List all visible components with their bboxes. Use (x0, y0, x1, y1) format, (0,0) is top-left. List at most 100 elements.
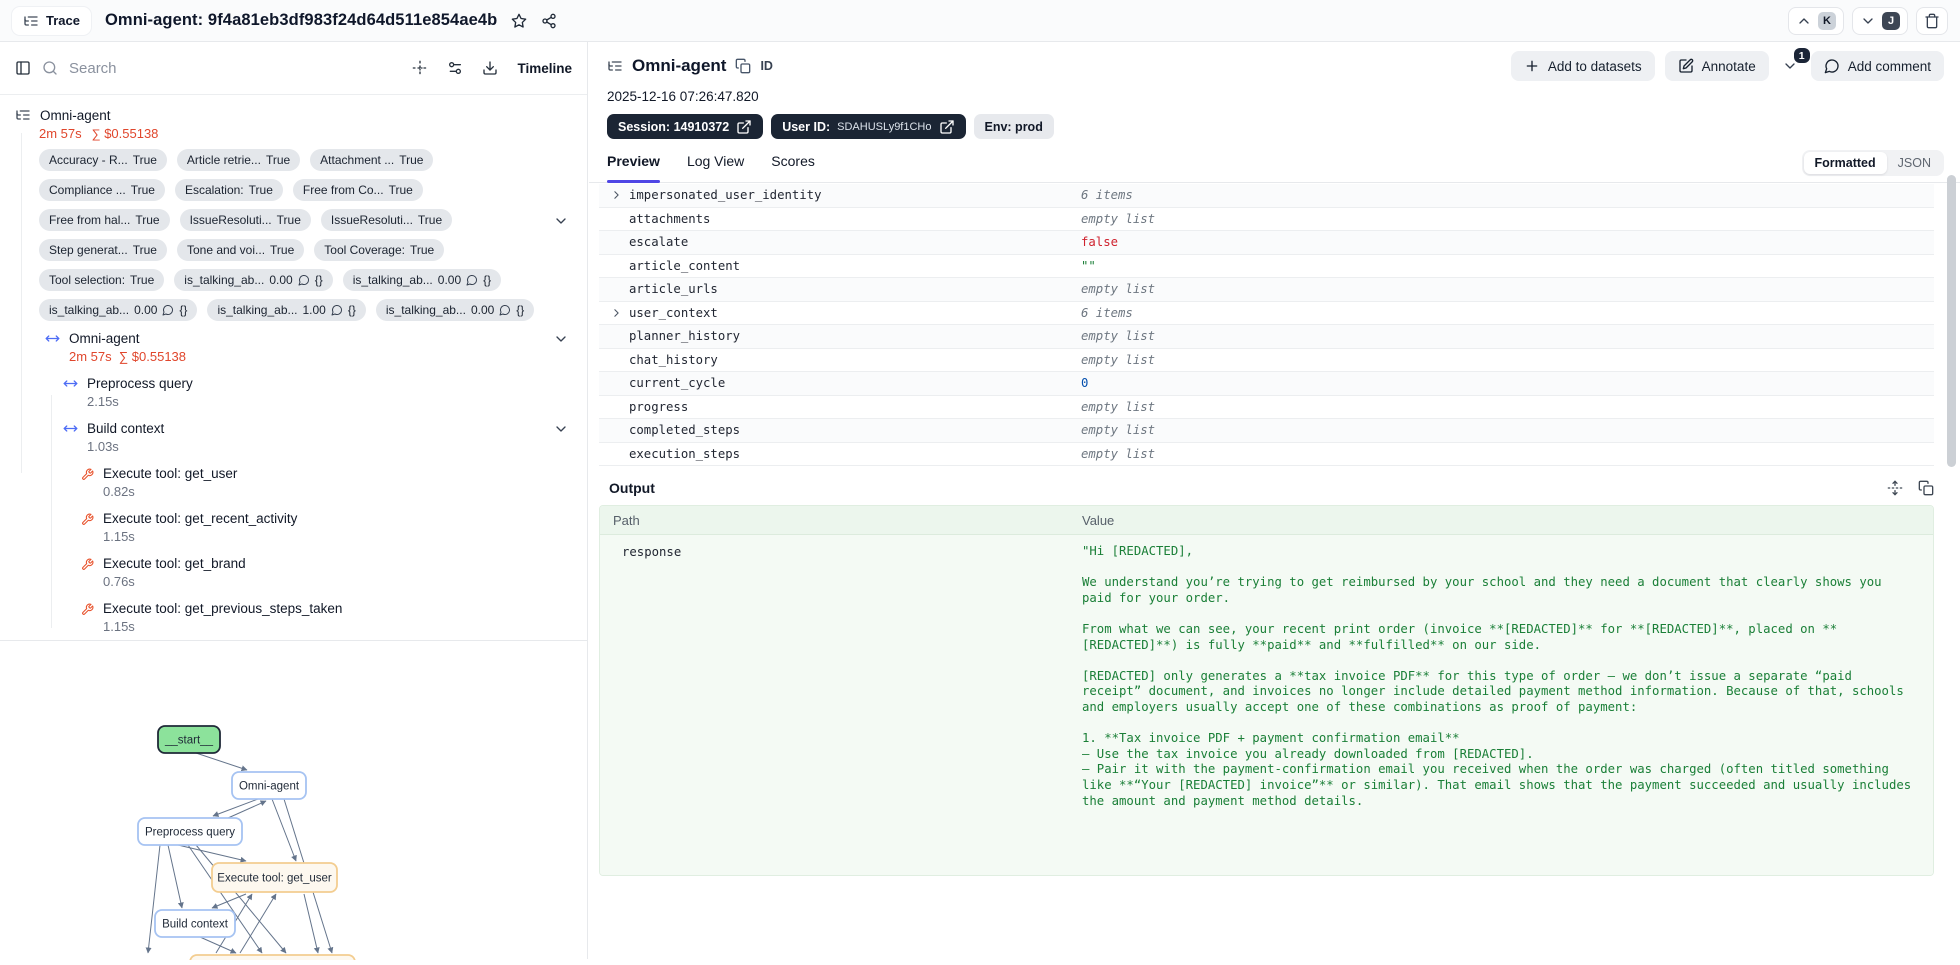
timeline-toggle[interactable]: Timeline (517, 61, 572, 76)
key-spacer (610, 259, 623, 272)
tree-span-row[interactable]: Preprocess query2.15s (0, 375, 587, 410)
input-key: execution_steps (599, 447, 1081, 461)
tree-root-row[interactable]: Omni-agent (0, 107, 587, 123)
expand-all-icon[interactable] (412, 60, 428, 76)
score-tag[interactable]: is_talking_ab... 0.00 {} (39, 299, 197, 321)
score-tag[interactable]: Tool Coverage:True (314, 239, 444, 261)
copy-id-button[interactable] (735, 58, 751, 74)
expand-chevron[interactable] (610, 189, 623, 202)
score-tag[interactable]: Free from hal...True (39, 209, 170, 231)
annotate-queue-chevron[interactable]: 1 (1779, 56, 1801, 76)
input-key: completed_steps (599, 423, 1081, 437)
graph-node-Omni-agent[interactable]: Omni-agent (232, 772, 306, 799)
score-tag[interactable]: Free from Co...True (293, 179, 423, 201)
output-value-header: Value (1082, 513, 1114, 528)
output-header-actions (1887, 480, 1934, 496)
score-tag[interactable]: Compliance ...True (39, 179, 165, 201)
annotate-button[interactable]: Annotate (1665, 51, 1769, 81)
input-row-chat_history: chat_historyempty list (599, 349, 1934, 373)
graph-node-Build context[interactable]: Build context (155, 910, 235, 937)
input-value: 6 items (1081, 306, 1934, 320)
score-tag-value: True (277, 213, 301, 227)
score-tag-value: True (131, 183, 155, 197)
span-duration: 1.15s (103, 619, 342, 635)
user-id-badge[interactable]: User ID: SDAHUSLy9f1CHo (771, 114, 965, 139)
vertical-scrollbar-thumb[interactable] (1947, 175, 1956, 467)
trace-timestamp: 2025-12-16 07:26:47.820 (607, 89, 1944, 104)
display-settings-icon[interactable] (447, 60, 463, 76)
score-tag[interactable]: Step generat...True (39, 239, 167, 261)
tab-log-view[interactable]: Log View (687, 153, 744, 182)
input-row-user_context[interactable]: user_context6 items (599, 302, 1934, 326)
tree-span-row[interactable]: Execute tool: get_recent_activity1.15s (0, 510, 587, 545)
chevron-right-icon (610, 187, 623, 203)
unfold-vertical-icon[interactable] (1887, 480, 1903, 496)
score-tag-value: 0.00 (134, 303, 157, 317)
wrench-icon-wrap (81, 511, 94, 526)
score-tag[interactable]: Tone and voi...True (177, 239, 304, 261)
add-to-datasets-button[interactable]: Add to datasets (1511, 51, 1655, 81)
score-tag-value: True (133, 153, 157, 167)
toggle-formatted[interactable]: Formatted (1804, 152, 1887, 174)
graph-node-__start__[interactable]: __start__ (158, 726, 220, 753)
input-key: attachments (599, 212, 1081, 226)
score-tag[interactable]: is_talking_ab...1.00{} (207, 299, 365, 321)
star-button[interactable] (511, 13, 527, 29)
input-value: empty list (1081, 212, 1934, 226)
search-icon (42, 60, 58, 76)
score-tag[interactable]: is_talking_ab...0.00{} (343, 269, 501, 291)
span-arrows-icon (63, 376, 78, 391)
download-icon[interactable] (482, 60, 498, 76)
delete-trace-button[interactable] (1916, 7, 1948, 35)
score-tag[interactable]: Escalation:True (175, 179, 283, 201)
toggle-json[interactable]: JSON (1887, 152, 1942, 174)
share-button[interactable] (541, 13, 557, 29)
search-input[interactable] (69, 60, 279, 77)
score-tag[interactable]: Tool selection:True (39, 269, 164, 291)
input-row-impersonated_user_identity[interactable]: impersonated_user_identity6 items (599, 184, 1934, 208)
input-value: "" (1081, 259, 1934, 273)
prev-trace-button[interactable]: K (1788, 7, 1844, 35)
comment-icon (162, 304, 174, 316)
chevron-down-icon (1860, 13, 1876, 29)
score-tag[interactable]: IssueResoluti...True (180, 209, 311, 231)
graph-node-clipped[interactable] (190, 955, 355, 960)
tree-span-row[interactable]: Execute tool: get_user0.82s (0, 465, 587, 500)
score-tag[interactable]: Article retrie...True (177, 149, 300, 171)
score-tag[interactable]: is_talking_ab...0.00{} (174, 269, 332, 291)
score-tag[interactable]: IssueResoluti...True (321, 209, 452, 231)
score-tag[interactable]: Attachment ...True (310, 149, 433, 171)
input-value: empty list (1081, 400, 1934, 414)
user-id-value: SDAHUSLy9f1CHo (837, 121, 931, 133)
score-tag[interactable]: Accuracy - R...True (39, 149, 167, 171)
copy-icon[interactable] (1918, 480, 1934, 496)
score-tag[interactable]: is_talking_ab...0.00{} (376, 299, 534, 321)
view-format-toggle: Formatted JSON (1802, 150, 1944, 176)
wrench-icon-wrap (81, 601, 94, 616)
tree-root-collapse-chevron[interactable] (553, 213, 569, 229)
tree-span-row[interactable]: Execute tool: get_previous_steps_taken1.… (0, 600, 587, 635)
span-collapse-chevron[interactable] (553, 421, 569, 437)
tree-root-label: Omni-agent (40, 108, 111, 123)
session-badge[interactable]: Session: 14910372 (607, 114, 763, 139)
input-value: 0 (1081, 376, 1934, 390)
span-duration: 0.76s (103, 574, 246, 590)
graph-edge (240, 894, 276, 953)
score-tag-braces: {} (179, 303, 187, 317)
span-collapse-chevron[interactable] (553, 331, 569, 347)
trace-tags: Accuracy - R...True Article retrie...True… (39, 149, 547, 321)
expand-chevron[interactable] (610, 306, 623, 319)
tab-scores[interactable]: Scores (771, 153, 815, 182)
graph-node-Execute tool: get_user[interactable]: Execute tool: get_user (212, 863, 337, 892)
add-comment-button[interactable]: Add comment (1811, 51, 1944, 81)
tree-span-row[interactable]: Build context1.03s (0, 420, 587, 455)
tree-span-row[interactable]: Execute tool: get_brand0.76s (0, 555, 587, 590)
panel-collapse-icon[interactable] (15, 60, 31, 76)
tab-preview[interactable]: Preview (607, 153, 660, 182)
key-spacer (610, 447, 623, 460)
next-trace-button[interactable]: J (1852, 7, 1908, 35)
score-tag-label: is_talking_ab... (49, 303, 129, 317)
graph-node-Preprocess query[interactable]: Preprocess query (138, 818, 242, 845)
tree-span-row[interactable]: Omni-agent2m 57s ∑ $0.55138 (0, 330, 587, 365)
trace-badge-label: Trace (46, 13, 80, 28)
